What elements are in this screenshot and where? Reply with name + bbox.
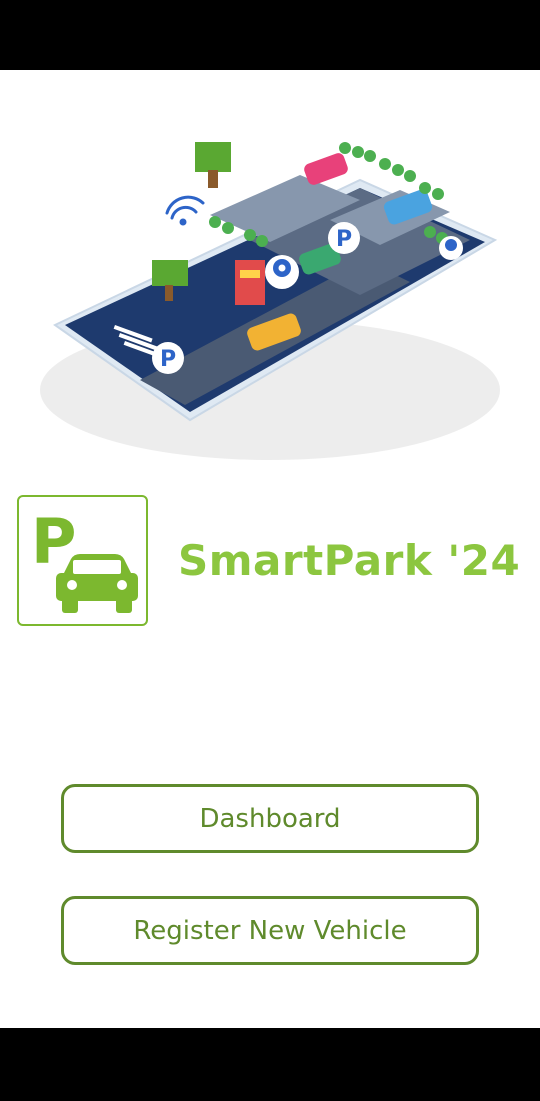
register-vehicle-button-label: Register New Vehicle bbox=[133, 915, 407, 946]
status-bar bbox=[0, 0, 540, 70]
app-logo: P bbox=[17, 495, 148, 626]
register-vehicle-button[interactable]: Register New Vehicle bbox=[61, 896, 479, 965]
dashboard-button-label: Dashboard bbox=[199, 803, 341, 834]
hero-illustration: P P bbox=[30, 120, 510, 470]
parking-car-icon: P bbox=[31, 505, 138, 613]
hero-parking-sign-label: P bbox=[336, 227, 352, 252]
dashboard-button[interactable]: Dashboard bbox=[61, 784, 479, 853]
app-title: SmartPark '24 bbox=[178, 536, 521, 585]
hero-parking-sign-label-2: P bbox=[160, 347, 176, 372]
navigation-bar bbox=[0, 1028, 540, 1101]
